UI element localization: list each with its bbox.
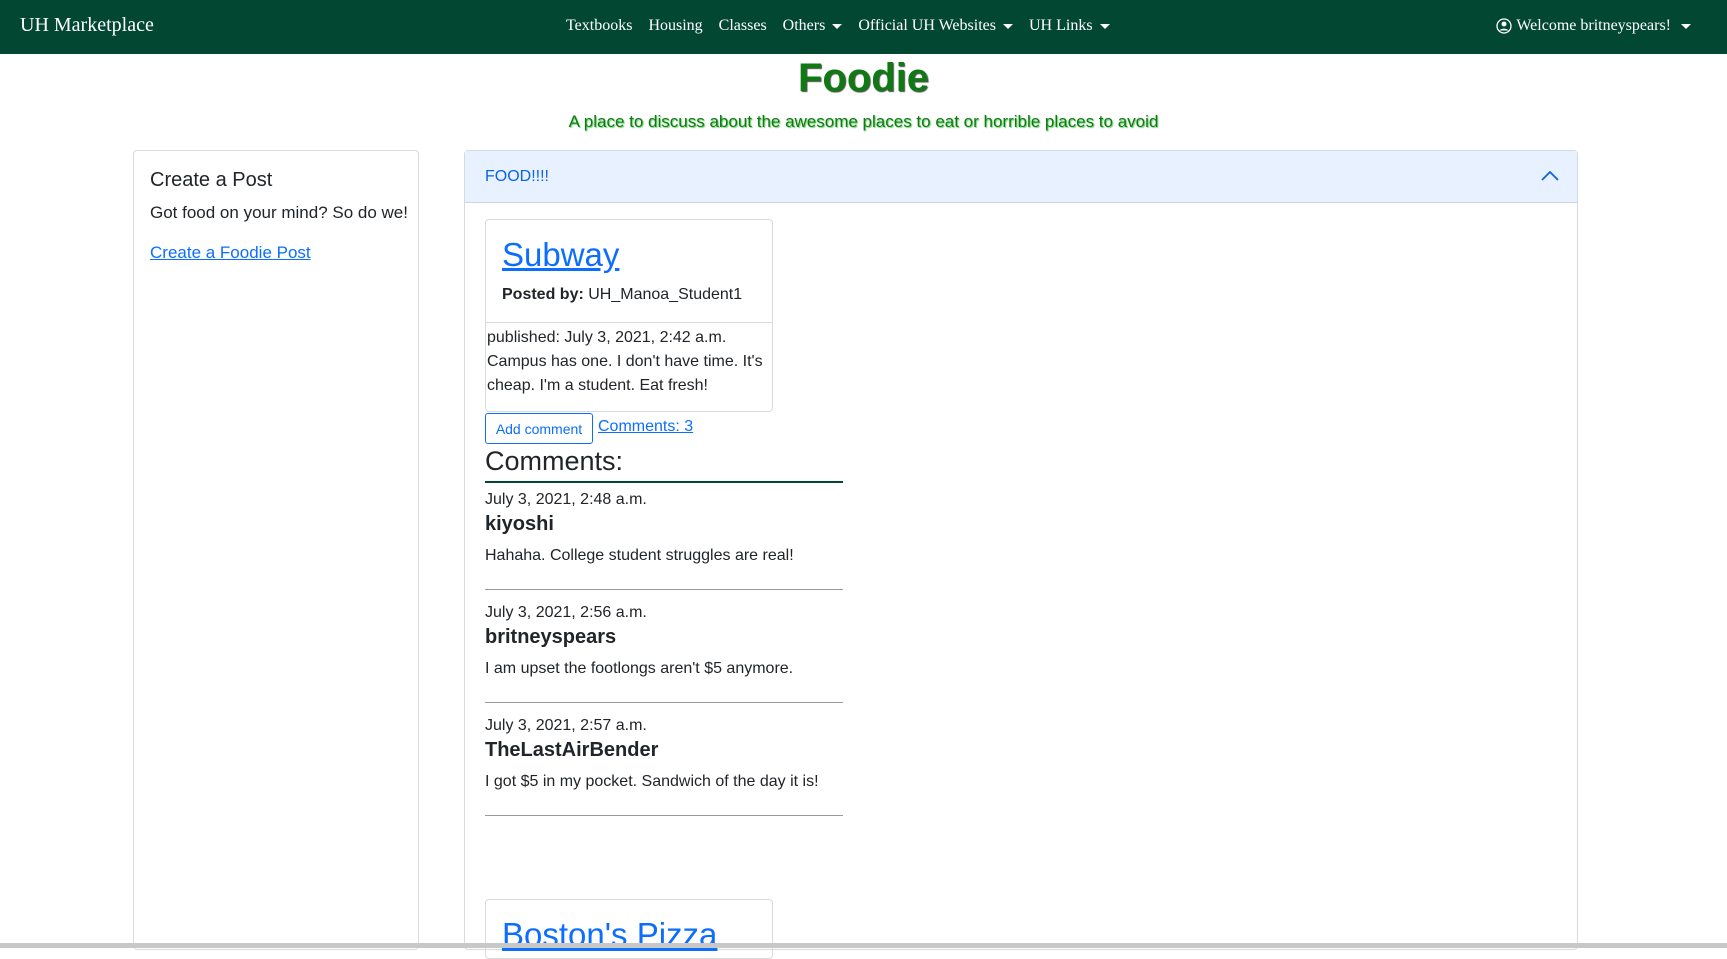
comment-user: kiyoshi [485, 513, 554, 535]
comments-count-link[interactable]: Comments: 3 [598, 418, 693, 436]
nav-dropdown-others[interactable]: Others [783, 17, 843, 35]
create-post-tagline: Got food on your mind? So do we! [150, 203, 408, 222]
caret-down-icon [1681, 23, 1691, 29]
post-content: Campus has one. I don't have time. It's … [487, 353, 763, 394]
accordion-header-button[interactable]: FOOD!!!! [465, 151, 1577, 203]
comment-text: I am upset the footlongs aren't $5 anymo… [485, 660, 794, 677]
post-author: UH_Manoa_Student1 [588, 286, 743, 303]
comment-item: July 3, 2021, 2:57 a.m. TheLastAirBender… [485, 709, 843, 816]
post-card: Boston's Pizza [485, 899, 773, 959]
nav-link-classes[interactable]: Classes [719, 17, 767, 35]
create-post-card: Create a Post Got food on your mind? So … [133, 150, 419, 950]
user-welcome-label: Welcome britneyspears! [1516, 17, 1671, 34]
nav-dropdown-official-uh-websites[interactable]: Official UH Websites [858, 17, 1013, 35]
posted-by-label: Posted by: [502, 286, 584, 303]
horizontal-scrollbar[interactable] [0, 943, 1727, 948]
nav-link-housing[interactable]: Housing [648, 17, 702, 35]
comment-user: britneyspears [485, 626, 617, 648]
comment-date: July 3, 2021, 2:48 a.m. [485, 491, 647, 508]
chevron-up-icon [1541, 170, 1559, 181]
brand-link[interactable]: UH Marketplace [20, 14, 154, 37]
comment-item: July 3, 2021, 2:56 a.m. britneyspears I … [485, 596, 843, 703]
user-circle-icon [1496, 18, 1512, 34]
caret-down-icon [832, 23, 843, 29]
user-menu-dropdown[interactable]: Welcome britneyspears! [1496, 17, 1691, 35]
page-title: Foodie [797, 56, 930, 100]
comment-text: I got $5 in my pocket. Sandwich of the d… [485, 773, 819, 790]
create-post-title: Create a Post [150, 169, 273, 191]
post-author-line: Posted by: UH_Manoa_Student1 [502, 286, 742, 304]
page-subtitle: A place to discuss about the awesome pla… [568, 112, 1159, 131]
top-navbar: UH Marketplace Textbooks Housing Classes… [0, 0, 1727, 54]
comment-user: TheLastAirBender [485, 739, 659, 761]
create-foodie-post-link[interactable]: Create a Foodie Post [150, 243, 311, 263]
post-title-link[interactable]: Boston's Pizza [502, 916, 717, 954]
post-published-date: published: July 3, 2021, 2:42 a.m. [487, 329, 727, 346]
food-accordion: FOOD!!!! Subway Posted by: UH_Manoa_Stud… [464, 150, 1578, 959]
add-comment-button[interactable]: Add comment [485, 413, 593, 444]
comment-date: July 3, 2021, 2:57 a.m. [485, 717, 647, 734]
comment-item: July 3, 2021, 2:48 a.m. kiyoshi Hahaha. … [485, 483, 843, 590]
caret-down-icon [1002, 23, 1013, 29]
nav-link-textbooks[interactable]: Textbooks [566, 17, 632, 35]
nav-links: Textbooks Housing Classes Others Officia… [566, 17, 1126, 35]
comments-heading: Comments: [485, 446, 843, 483]
comment-text: Hahaha. College student struggles are re… [485, 547, 794, 564]
post-card-header: Subway Posted by: UH_Manoa_Student1 [486, 220, 772, 323]
post-body: published: July 3, 2021, 2:42 a.m. Campu… [487, 326, 771, 398]
accordion-title: FOOD!!!! [485, 168, 549, 185]
post-title-link[interactable]: Subway [502, 236, 619, 274]
comment-date: July 3, 2021, 2:56 a.m. [485, 604, 647, 621]
nav-dropdown-uh-links[interactable]: UH Links [1029, 17, 1110, 35]
caret-down-icon [1099, 23, 1110, 29]
post-card: Subway Posted by: UH_Manoa_Student1 publ… [485, 219, 773, 412]
